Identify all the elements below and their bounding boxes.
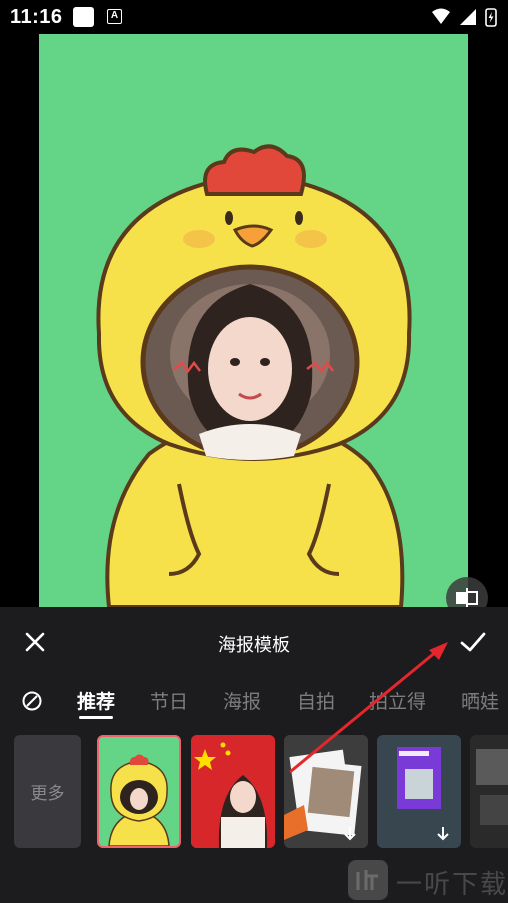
- watermark-logo-icon: [348, 860, 388, 900]
- chick-illustration: [96, 144, 412, 607]
- no-filter-icon[interactable]: [20, 689, 44, 713]
- preview-area: [0, 34, 508, 619]
- signal-icon: [460, 9, 476, 25]
- square-notification-icon: [73, 7, 94, 27]
- template-thumb-dark[interactable]: [470, 735, 508, 848]
- template-thumb-next[interactable]: [377, 735, 461, 848]
- status-time: 11:16: [10, 6, 63, 28]
- template-preview: [377, 735, 461, 848]
- a-notification-icon: A: [107, 9, 122, 24]
- template-thumb-flag[interactable]: [191, 735, 275, 848]
- tab-baby[interactable]: 晒娃: [461, 687, 499, 714]
- poster-canvas: [39, 34, 468, 607]
- template-preview: [108, 754, 170, 846]
- tab-recommend[interactable]: 推荐: [77, 687, 115, 714]
- status-icons: [432, 8, 497, 27]
- template-preview: [470, 735, 508, 848]
- check-icon: [460, 632, 486, 652]
- template-thumb-polaroid[interactable]: [284, 735, 368, 848]
- panel-title: 海报模板: [218, 635, 290, 655]
- tab-holiday[interactable]: 节日: [150, 687, 188, 714]
- wifi-icon: [432, 8, 450, 24]
- active-tab-indicator: [79, 716, 113, 719]
- status-bar: 11:16 A: [0, 0, 508, 34]
- category-tabs: 推荐 节日 海报 自拍 拍立得 晒娃: [0, 685, 508, 725]
- tab-poster[interactable]: 海报: [223, 687, 261, 714]
- watermark-text: 一听下载: [396, 869, 508, 899]
- template-preview: [191, 735, 275, 848]
- watermark: 一听下载: [346, 858, 508, 903]
- more-templates-button[interactable]: 更多: [14, 735, 81, 848]
- tab-polaroid[interactable]: 拍立得: [369, 687, 426, 714]
- template-preview: [284, 735, 368, 848]
- tab-selfie[interactable]: 自拍: [297, 687, 335, 714]
- split-compare-icon: [456, 588, 478, 608]
- template-thumb-chick[interactable]: [97, 735, 181, 848]
- confirm-button[interactable]: [456, 625, 490, 659]
